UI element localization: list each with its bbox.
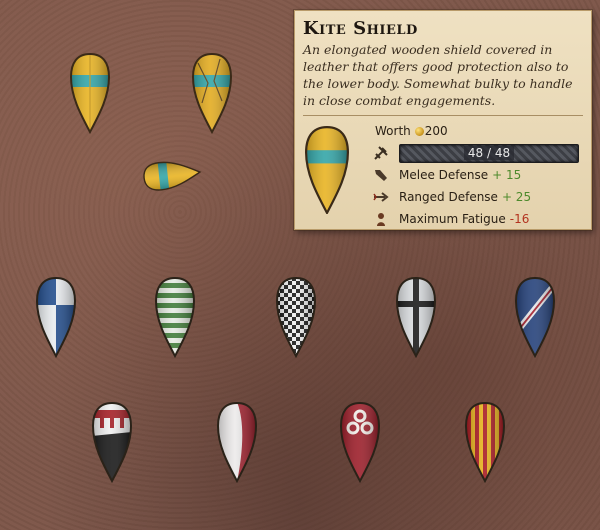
worth-value: 200 [424,124,448,138]
maximum-fatigue-label: Maximum Fatigue [399,212,506,226]
fatigue-icon [371,211,391,227]
item-title: Kite Shield [303,18,418,39]
kite-shield-black-white-red-chief[interactable] [91,401,133,484]
kite-shield-yellow-teal-fallen[interactable] [117,155,227,205]
durability-value: 48 / 48 [463,146,515,160]
worth-row: Worth 200 [371,120,583,142]
kite-shield-red-three-rings[interactable] [339,401,381,484]
item-description: An elongated wooden shield covered in le… [303,42,573,108]
durability-icon [371,145,391,161]
melee-defense-icon [371,167,391,183]
durability-row: 48 / 48 [371,142,583,164]
kite-shield-yellow-teal-front[interactable] [69,52,111,135]
melee-defense-value: + 15 [492,168,522,182]
ranged-defense-row: Ranged Defense + 25 [371,186,583,208]
kite-shield-red-yellow-stripes[interactable] [464,401,506,484]
ranged-defense-label: Ranged Defense [399,190,498,204]
ranged-defense-icon [371,189,391,205]
kite-shield-green-white-striped[interactable] [154,276,196,359]
kite-shield-black-cross[interactable] [395,276,437,359]
kite-shield-red-white-split[interactable] [216,401,258,484]
ranged-defense-value: + 25 [501,190,532,204]
maximum-fatigue-value: -16 [509,212,530,226]
kite-shield-blue-white-quartered[interactable] [35,276,77,359]
durability-bar: 48 / 48 [399,143,579,163]
item-tooltip: Kite Shield An elongated wooden shield c… [294,10,592,230]
tooltip-divider [303,115,583,116]
coin-icon [414,126,424,136]
melee-defense-row: Melee Defense + 15 [371,164,583,186]
kite-shield-black-white-checkered[interactable] [275,276,317,359]
worth-label: Worth [375,124,411,138]
kite-shield-blue-red-bend[interactable] [514,276,556,359]
melee-defense-label: Melee Defense [399,168,489,182]
kite-shield-yellow-teal-damaged[interactable] [191,52,233,135]
kite-shield-icon [304,125,350,218]
maximum-fatigue-row: Maximum Fatigue -16 [371,208,583,230]
